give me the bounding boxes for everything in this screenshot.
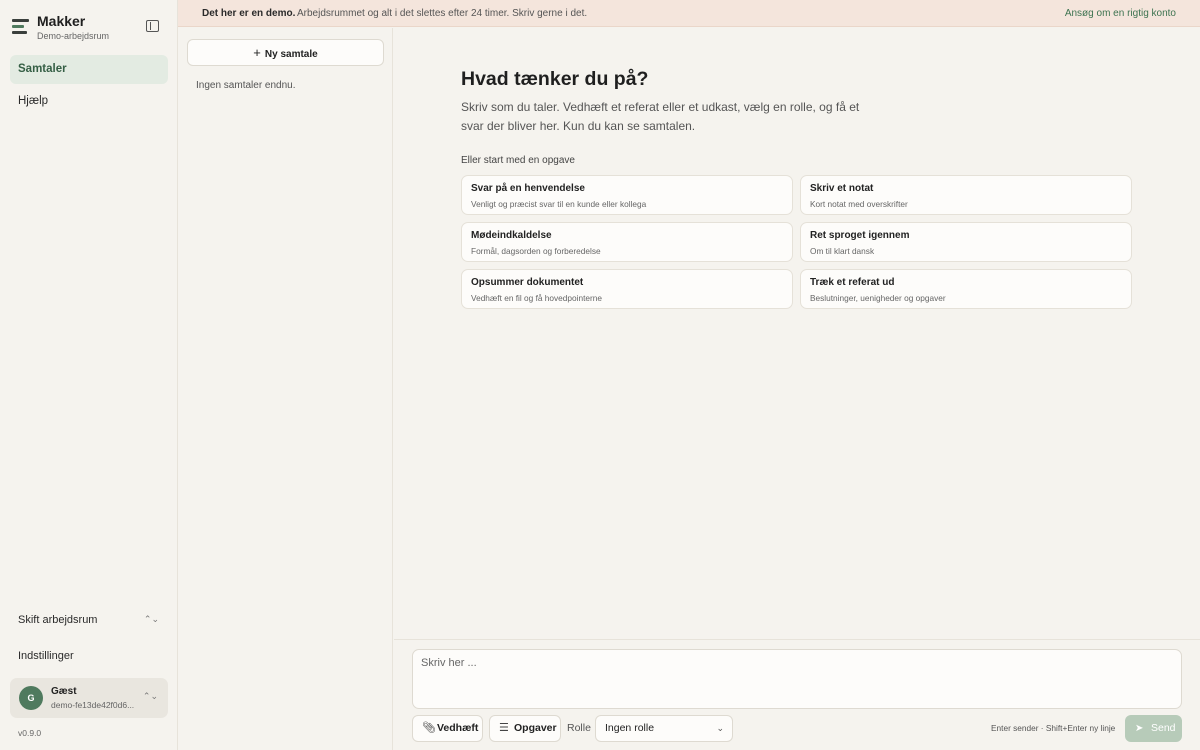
role-label: Rolle xyxy=(567,722,591,734)
task-subtitle: Venligt og præcist svar til en kunde ell… xyxy=(471,199,647,209)
chevron-updown-icon: ⌃⌄ xyxy=(142,691,158,701)
conversation-list: + Ny samtale Ingen samtaler endnu. xyxy=(178,28,393,750)
switch-workspace-label: Skift arbejdsrum xyxy=(18,614,98,626)
task-card[interactable]: Ret sproget igennem Om til klart dansk xyxy=(800,222,1132,262)
page-description: Skriv som du taler. Vedhæft et referat e… xyxy=(461,100,860,133)
tasks-label: Opgaver xyxy=(514,722,557,734)
start-task-label: Eller start med en opgave xyxy=(461,155,575,166)
chevron-down-icon: ⌄ xyxy=(716,723,724,733)
task-card[interactable]: Skriv et notat Kort notat med overskrift… xyxy=(800,175,1132,215)
sidebar-item-samtaler[interactable]: Samtaler xyxy=(10,55,168,84)
switch-workspace-button[interactable]: Skift arbejdsrum ⌃⌄ xyxy=(18,614,163,626)
send-icon: ➤ xyxy=(1135,723,1144,734)
user-menu[interactable]: G Gæst demo-fe13de42f0d6... ⌃⌄ xyxy=(10,678,168,718)
sidebar: Makker Demo-arbejdsrum Samtaler Hjælp Sk… xyxy=(0,0,178,750)
user-id: demo-fe13de42f0d6... xyxy=(51,700,135,710)
brand-name: Makker xyxy=(37,13,86,29)
user-name: Gæst xyxy=(51,686,77,697)
new-conversation-label: Ny samtale xyxy=(264,49,318,60)
attach-button[interactable]: 📎︎ Vedhæft xyxy=(412,715,483,742)
task-card[interactable]: Træk et referat ud Beslutninger, uenighe… xyxy=(800,269,1132,309)
attach-label: Vedhæft xyxy=(437,722,479,734)
checklist-icon: ☰ xyxy=(499,722,509,734)
task-subtitle: Vedhæft en fil og få hovedpointerne xyxy=(471,293,603,303)
task-card[interactable]: Mødeindkaldelse Formål, dagsorden og for… xyxy=(461,222,793,262)
task-title: Opsummer dokumentet xyxy=(471,277,584,288)
task-subtitle: Formål, dagsorden og forberedelse xyxy=(471,246,601,256)
task-title: Ret sproget igennem xyxy=(810,230,910,241)
tasks-button[interactable]: ☰ Opgaver xyxy=(489,715,561,742)
demo-banner: Det her er en demo. Arbejdsrummet og alt… xyxy=(178,0,1200,27)
version-label: v0.9.0 xyxy=(18,728,42,738)
role-value: Ingen rolle xyxy=(605,722,655,734)
apply-account-link[interactable]: Ansøg om en rigtig konto xyxy=(1065,0,1176,27)
sidebar-item-hjaelp[interactable]: Hjælp xyxy=(10,87,168,116)
message-input[interactable] xyxy=(412,649,1182,709)
task-title: Træk et referat ud xyxy=(810,277,895,288)
banner-heading: Det her er en demo. xyxy=(202,8,296,19)
chevron-updown-icon: ⌃⌄ xyxy=(143,614,159,624)
plus-icon: + xyxy=(253,45,261,60)
collapse-sidebar-icon[interactable] xyxy=(146,20,159,32)
banner-text: Arbejdsrummet og alt i det slettes efter… xyxy=(297,8,588,19)
paperclip-icon: 📎︎ xyxy=(422,722,436,734)
task-card[interactable]: Opsummer dokumentet Vedhæft en fil og få… xyxy=(461,269,793,309)
task-subtitle: Kort notat med overskrifter xyxy=(810,199,908,209)
task-card[interactable]: Svar på en henvendelse Venligt og præcis… xyxy=(461,175,793,215)
new-conversation-button[interactable]: + Ny samtale xyxy=(187,39,384,66)
send-button[interactable]: ➤ Send xyxy=(1125,715,1182,742)
page-title: Hvad tænker du på? xyxy=(461,68,649,90)
task-title: Svar på en henvendelse xyxy=(471,183,585,194)
task-title: Skriv et notat xyxy=(810,183,874,194)
send-label: Send xyxy=(1151,722,1176,734)
brand[interactable]: Makker Demo-arbejdsrum xyxy=(12,13,109,41)
settings-link[interactable]: Indstillinger xyxy=(18,650,74,662)
makker-logo-icon xyxy=(12,19,29,35)
workspace-name: Demo-arbejdsrum xyxy=(37,31,110,41)
task-subtitle: Beslutninger, uenigheder og opgaver xyxy=(810,293,946,303)
task-title: Mødeindkaldelse xyxy=(471,230,552,241)
role-select[interactable]: Ingen rolle ⌄ xyxy=(595,715,733,742)
empty-conversations-text: Ingen samtaler endnu. xyxy=(196,80,296,91)
main-panel: Hvad tænker du på? Skriv som du taler. V… xyxy=(394,28,1200,750)
keyboard-hint: Enter sender · Shift+Enter ny linje xyxy=(991,723,1116,733)
composer: 📎︎Vedhæft ☰ Opgaver Rolle Ingen rolle ⌄ E… xyxy=(394,639,1200,750)
avatar: G xyxy=(19,686,43,710)
task-subtitle: Om til klart dansk xyxy=(810,246,875,256)
